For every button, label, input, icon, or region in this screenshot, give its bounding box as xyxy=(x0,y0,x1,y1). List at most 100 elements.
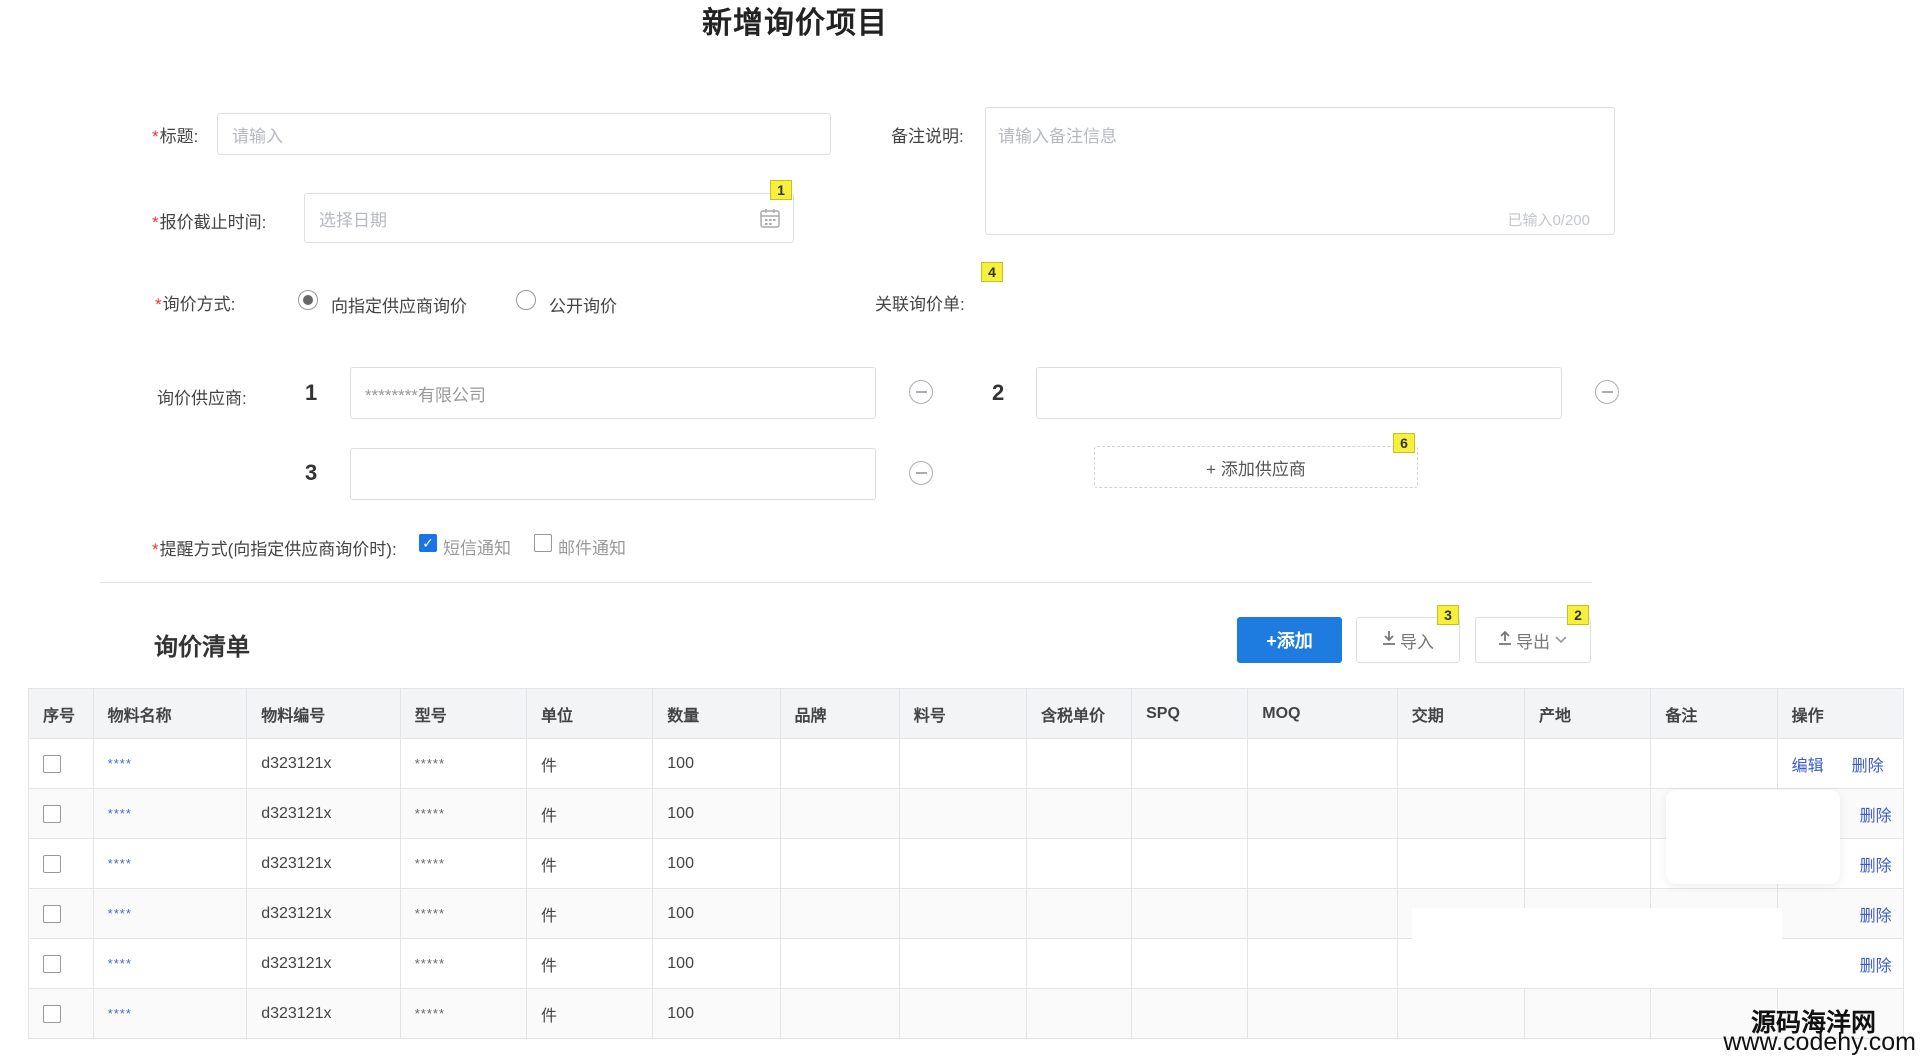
empty-cell xyxy=(898,938,1028,989)
empty-cell xyxy=(898,888,1028,939)
check-icon: ✓ xyxy=(422,534,434,551)
column-header: 序号 xyxy=(28,688,94,739)
add-item-button[interactable]: +添加 xyxy=(1237,617,1342,663)
row-checkbox[interactable] xyxy=(43,854,61,873)
empty-cell xyxy=(898,738,1028,789)
inquiry-list-title: 询价清单 xyxy=(154,634,250,661)
empty-cell xyxy=(1396,988,1526,1039)
empty-cell xyxy=(1131,938,1249,989)
required-mark: * xyxy=(152,540,159,559)
method-label: *询价方式: xyxy=(155,290,235,315)
material-name-cell[interactable]: **** xyxy=(108,756,132,771)
suppliers-label: 询价供应商: xyxy=(157,389,247,408)
empty-cell xyxy=(1247,838,1398,889)
empty-cell xyxy=(1247,938,1398,989)
column-header: 品牌 xyxy=(779,688,900,739)
chevron-down-icon xyxy=(1554,630,1568,650)
remark-label: 备注说明: xyxy=(891,127,964,146)
material-code-cell: d323121x xyxy=(246,788,401,839)
column-header: 数量 xyxy=(652,688,781,739)
row-checkbox[interactable] xyxy=(43,954,61,973)
supplier-input-1[interactable]: ********有限公司 xyxy=(350,367,876,419)
watermark-url: www.codehy.com xyxy=(1723,1028,1916,1056)
empty-cell xyxy=(1247,988,1398,1039)
empty-cell xyxy=(1131,888,1249,939)
row-checkbox[interactable] xyxy=(43,904,61,923)
supplier-input-2[interactable] xyxy=(1036,367,1562,419)
material-name-cell[interactable]: **** xyxy=(108,906,132,921)
deadline-date-picker[interactable]: 选择日期 xyxy=(304,193,794,243)
obscured-area xyxy=(1412,908,1782,988)
title-input[interactable]: 请输入 xyxy=(217,113,831,155)
annotation-badge-1: 1 xyxy=(770,180,792,200)
empty-cell xyxy=(1026,888,1133,939)
empty-cell xyxy=(779,838,900,889)
required-mark: * xyxy=(155,295,162,314)
material-name-cell[interactable]: **** xyxy=(108,856,132,871)
radio-public-inquiry-label[interactable]: 公开询价 xyxy=(549,292,617,317)
empty-cell xyxy=(1396,788,1526,839)
page-title: 新增询价项目 xyxy=(702,7,888,40)
radio-selected-dot xyxy=(303,295,313,305)
empty-cell xyxy=(779,738,900,789)
material-code-cell: d323121x xyxy=(246,738,401,789)
section-divider xyxy=(100,582,1592,583)
empty-cell xyxy=(1026,938,1133,989)
edit-row-link[interactable]: 编辑 xyxy=(1792,758,1824,775)
table-row: **** d323121x ***** 件 100 删除 xyxy=(28,788,1905,839)
empty-cell xyxy=(1131,988,1249,1039)
empty-cell xyxy=(1247,788,1398,839)
delete-row-link[interactable]: 删除 xyxy=(1852,758,1884,775)
empty-cell xyxy=(898,788,1028,839)
empty-cell xyxy=(779,788,900,839)
minus-circle-icon[interactable] xyxy=(909,461,933,485)
column-header: 备注 xyxy=(1650,688,1778,739)
material-name-cell[interactable]: **** xyxy=(108,1006,132,1021)
calendar-icon[interactable] xyxy=(759,207,781,234)
empty-cell xyxy=(1026,988,1133,1039)
delete-row-link[interactable]: 删除 xyxy=(1860,958,1892,975)
empty-cell xyxy=(1247,888,1398,939)
radio-public-inquiry[interactable] xyxy=(516,290,536,310)
empty-cell xyxy=(1131,788,1249,839)
unit-cell: 件 xyxy=(525,888,654,939)
material-name-cell[interactable]: **** xyxy=(108,956,132,971)
row-checkbox[interactable] xyxy=(43,1004,61,1023)
delete-row-link[interactable]: 删除 xyxy=(1860,808,1892,825)
material-name-cell[interactable]: **** xyxy=(108,806,132,821)
empty-cell xyxy=(898,988,1028,1039)
quantity-cell: 100 xyxy=(652,838,781,889)
minus-circle-icon[interactable] xyxy=(909,380,933,404)
remark-textarea[interactable]: 请输入备注信息 已输入0/200 xyxy=(985,107,1615,235)
model-cell: ***** xyxy=(414,805,446,821)
radio-designated-supplier-label[interactable]: 向指定供应商询价 xyxy=(331,292,467,317)
quantity-cell: 100 xyxy=(652,888,781,939)
quantity-cell: 100 xyxy=(652,788,781,839)
material-code-cell: d323121x xyxy=(246,838,401,889)
title-label: *标题: xyxy=(152,122,198,147)
column-header: 产地 xyxy=(1524,688,1652,739)
deadline-placeholder: 选择日期 xyxy=(319,210,387,230)
material-code-cell: d323121x xyxy=(246,888,401,939)
model-cell: ***** xyxy=(414,1005,446,1021)
email-notify-checkbox[interactable] xyxy=(534,534,552,552)
table-row: **** d323121x ***** 件 100 删除 xyxy=(28,838,1905,889)
add-supplier-button[interactable]: + 添加供应商 xyxy=(1094,446,1418,488)
radio-designated-supplier[interactable] xyxy=(298,290,318,310)
delete-row-link[interactable]: 删除 xyxy=(1860,858,1892,875)
email-notify-label[interactable]: 邮件通知 xyxy=(558,534,626,559)
model-cell: ***** xyxy=(414,755,446,771)
sms-notify-label[interactable]: 短信通知 xyxy=(443,534,511,559)
empty-cell xyxy=(1650,738,1778,789)
row-checkbox[interactable] xyxy=(43,804,61,823)
table-row: **** d323121x ***** 件 100 编辑 删除 xyxy=(28,738,1905,789)
title-label-text: 标题: xyxy=(159,127,199,146)
row-checkbox[interactable] xyxy=(43,754,61,773)
delete-row-link[interactable]: 删除 xyxy=(1860,908,1892,925)
sms-notify-checkbox[interactable]: ✓ xyxy=(419,534,437,552)
minus-circle-icon[interactable] xyxy=(1595,380,1619,404)
supplier-input-3[interactable] xyxy=(350,448,876,500)
quantity-cell: 100 xyxy=(652,988,781,1039)
remark-placeholder: 请输入备注信息 xyxy=(998,127,1117,146)
deadline-label: *报价截止时间: xyxy=(152,208,266,233)
